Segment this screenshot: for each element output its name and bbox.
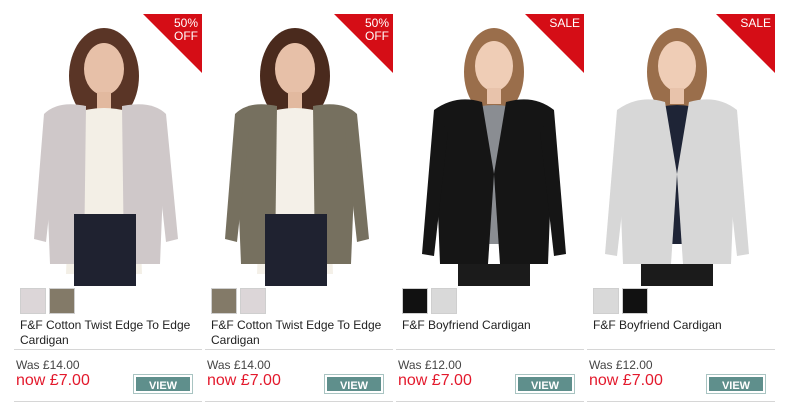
- badge-text: 50% OFF: [364, 16, 389, 43]
- divider: [396, 349, 584, 350]
- khaki-swatch[interactable]: [49, 288, 75, 314]
- product-image[interactable]: 50% OFF: [205, 14, 393, 286]
- color-swatches: [20, 288, 75, 314]
- divider: [205, 401, 393, 402]
- divider: [205, 349, 393, 350]
- now-price: now £7.00: [398, 372, 472, 389]
- product-image[interactable]: SALE: [396, 14, 584, 286]
- divider: [14, 401, 202, 402]
- was-price: Was £14.00: [207, 358, 271, 372]
- product-card: SALE F&F Boyfriend Cardigan Was £12.00 n…: [396, 14, 587, 404]
- product-grid: 50% OFF F&F Cotton Twist Edge To Edge Ca…: [14, 14, 778, 404]
- view-button[interactable]: VIEW: [515, 374, 575, 394]
- badge-text: SALE: [740, 16, 771, 30]
- now-price: now £7.00: [589, 372, 663, 389]
- product-name-link[interactable]: F&F Cotton Twist Edge To Edge Cardigan: [211, 318, 386, 348]
- badge-text: 50% OFF: [173, 16, 198, 43]
- grey-swatch[interactable]: [593, 288, 619, 314]
- black-swatch[interactable]: [402, 288, 428, 314]
- sale-badge: SALE: [716, 14, 775, 73]
- product-name-link[interactable]: F&F Boyfriend Cardigan: [593, 318, 768, 333]
- product-card: 50% OFF F&F Cotton Twist Edge To Edge Ca…: [14, 14, 205, 404]
- sale-badge: SALE: [525, 14, 584, 73]
- view-button[interactable]: VIEW: [324, 374, 384, 394]
- view-button[interactable]: VIEW: [133, 374, 193, 394]
- discount-badge: 50% OFF: [334, 14, 393, 73]
- khaki-swatch[interactable]: [211, 288, 237, 314]
- color-swatches: [402, 288, 457, 314]
- product-image[interactable]: SALE: [587, 14, 775, 286]
- product-card: 50% OFF F&F Cotton Twist Edge To Edge Ca…: [205, 14, 396, 404]
- divider: [14, 349, 202, 350]
- color-swatches: [593, 288, 648, 314]
- was-price: Was £14.00: [16, 358, 80, 372]
- product-image[interactable]: 50% OFF: [14, 14, 202, 286]
- oatmeal-swatch[interactable]: [240, 288, 266, 314]
- was-price: Was £12.00: [589, 358, 653, 372]
- grey-swatch[interactable]: [431, 288, 457, 314]
- was-price: Was £12.00: [398, 358, 462, 372]
- color-swatches: [211, 288, 266, 314]
- product-name-link[interactable]: F&F Cotton Twist Edge To Edge Cardigan: [20, 318, 195, 348]
- badge-text: SALE: [549, 16, 580, 30]
- now-price: now £7.00: [207, 372, 281, 389]
- oatmeal-swatch[interactable]: [20, 288, 46, 314]
- divider: [396, 401, 584, 402]
- divider: [587, 401, 775, 402]
- divider: [587, 349, 775, 350]
- now-price: now £7.00: [16, 372, 90, 389]
- discount-badge: 50% OFF: [143, 14, 202, 73]
- product-card: SALE F&F Boyfriend Cardigan Was £12.00 n…: [587, 14, 778, 404]
- view-button[interactable]: VIEW: [706, 374, 766, 394]
- black-swatch[interactable]: [622, 288, 648, 314]
- product-name-link[interactable]: F&F Boyfriend Cardigan: [402, 318, 577, 333]
